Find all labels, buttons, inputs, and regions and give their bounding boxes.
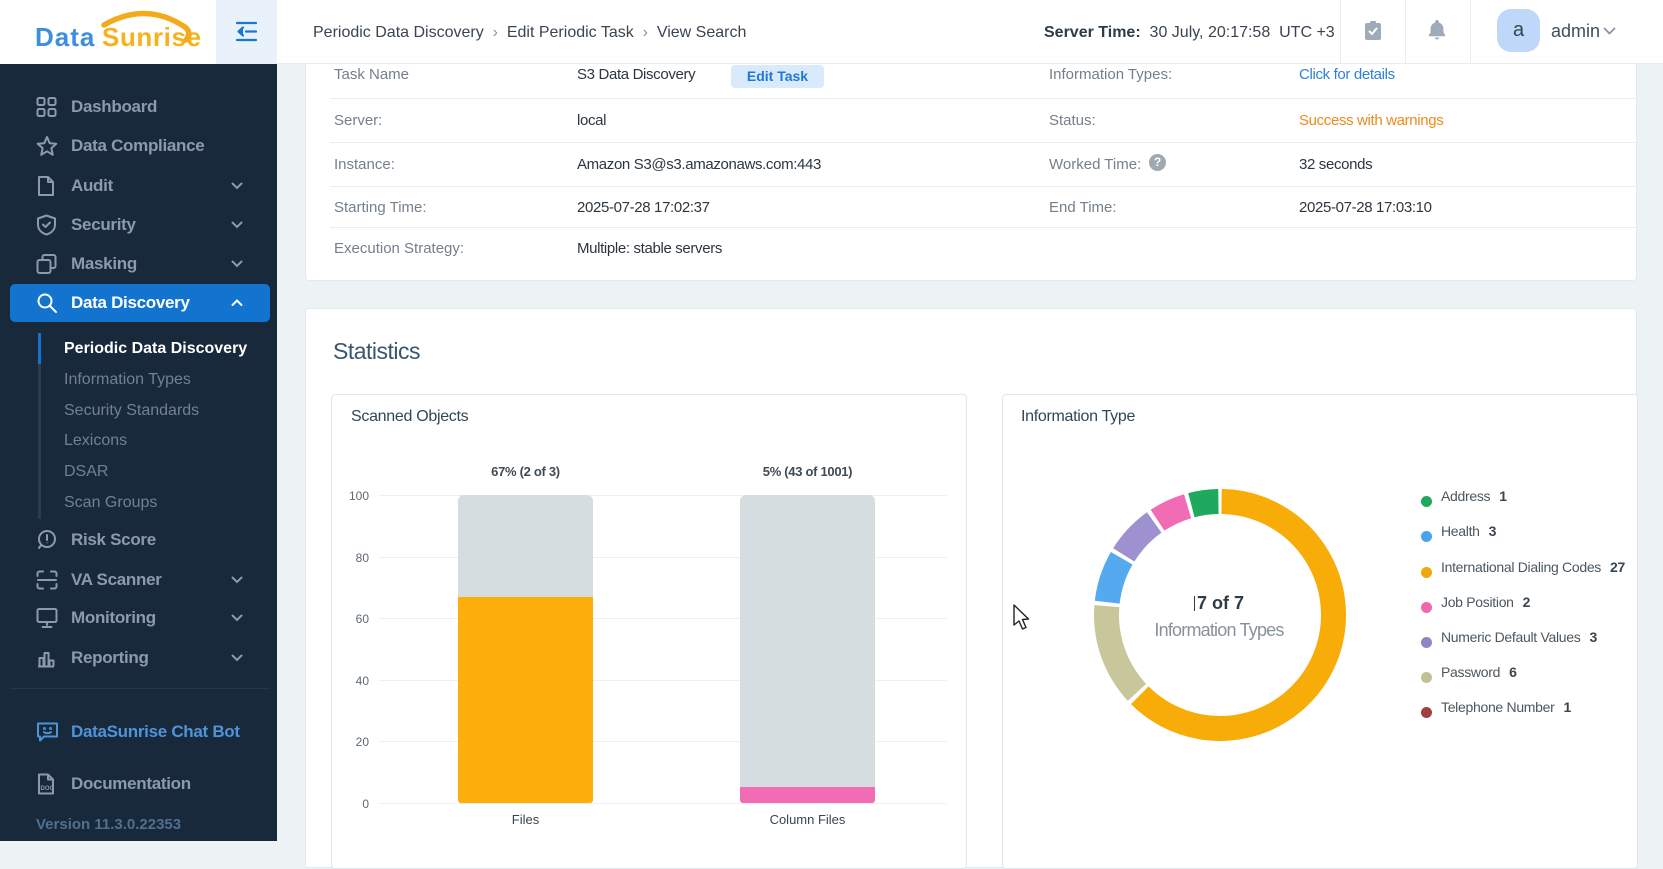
svg-text:DOC: DOC <box>41 786 55 792</box>
svg-text:Data: Data <box>35 22 95 52</box>
